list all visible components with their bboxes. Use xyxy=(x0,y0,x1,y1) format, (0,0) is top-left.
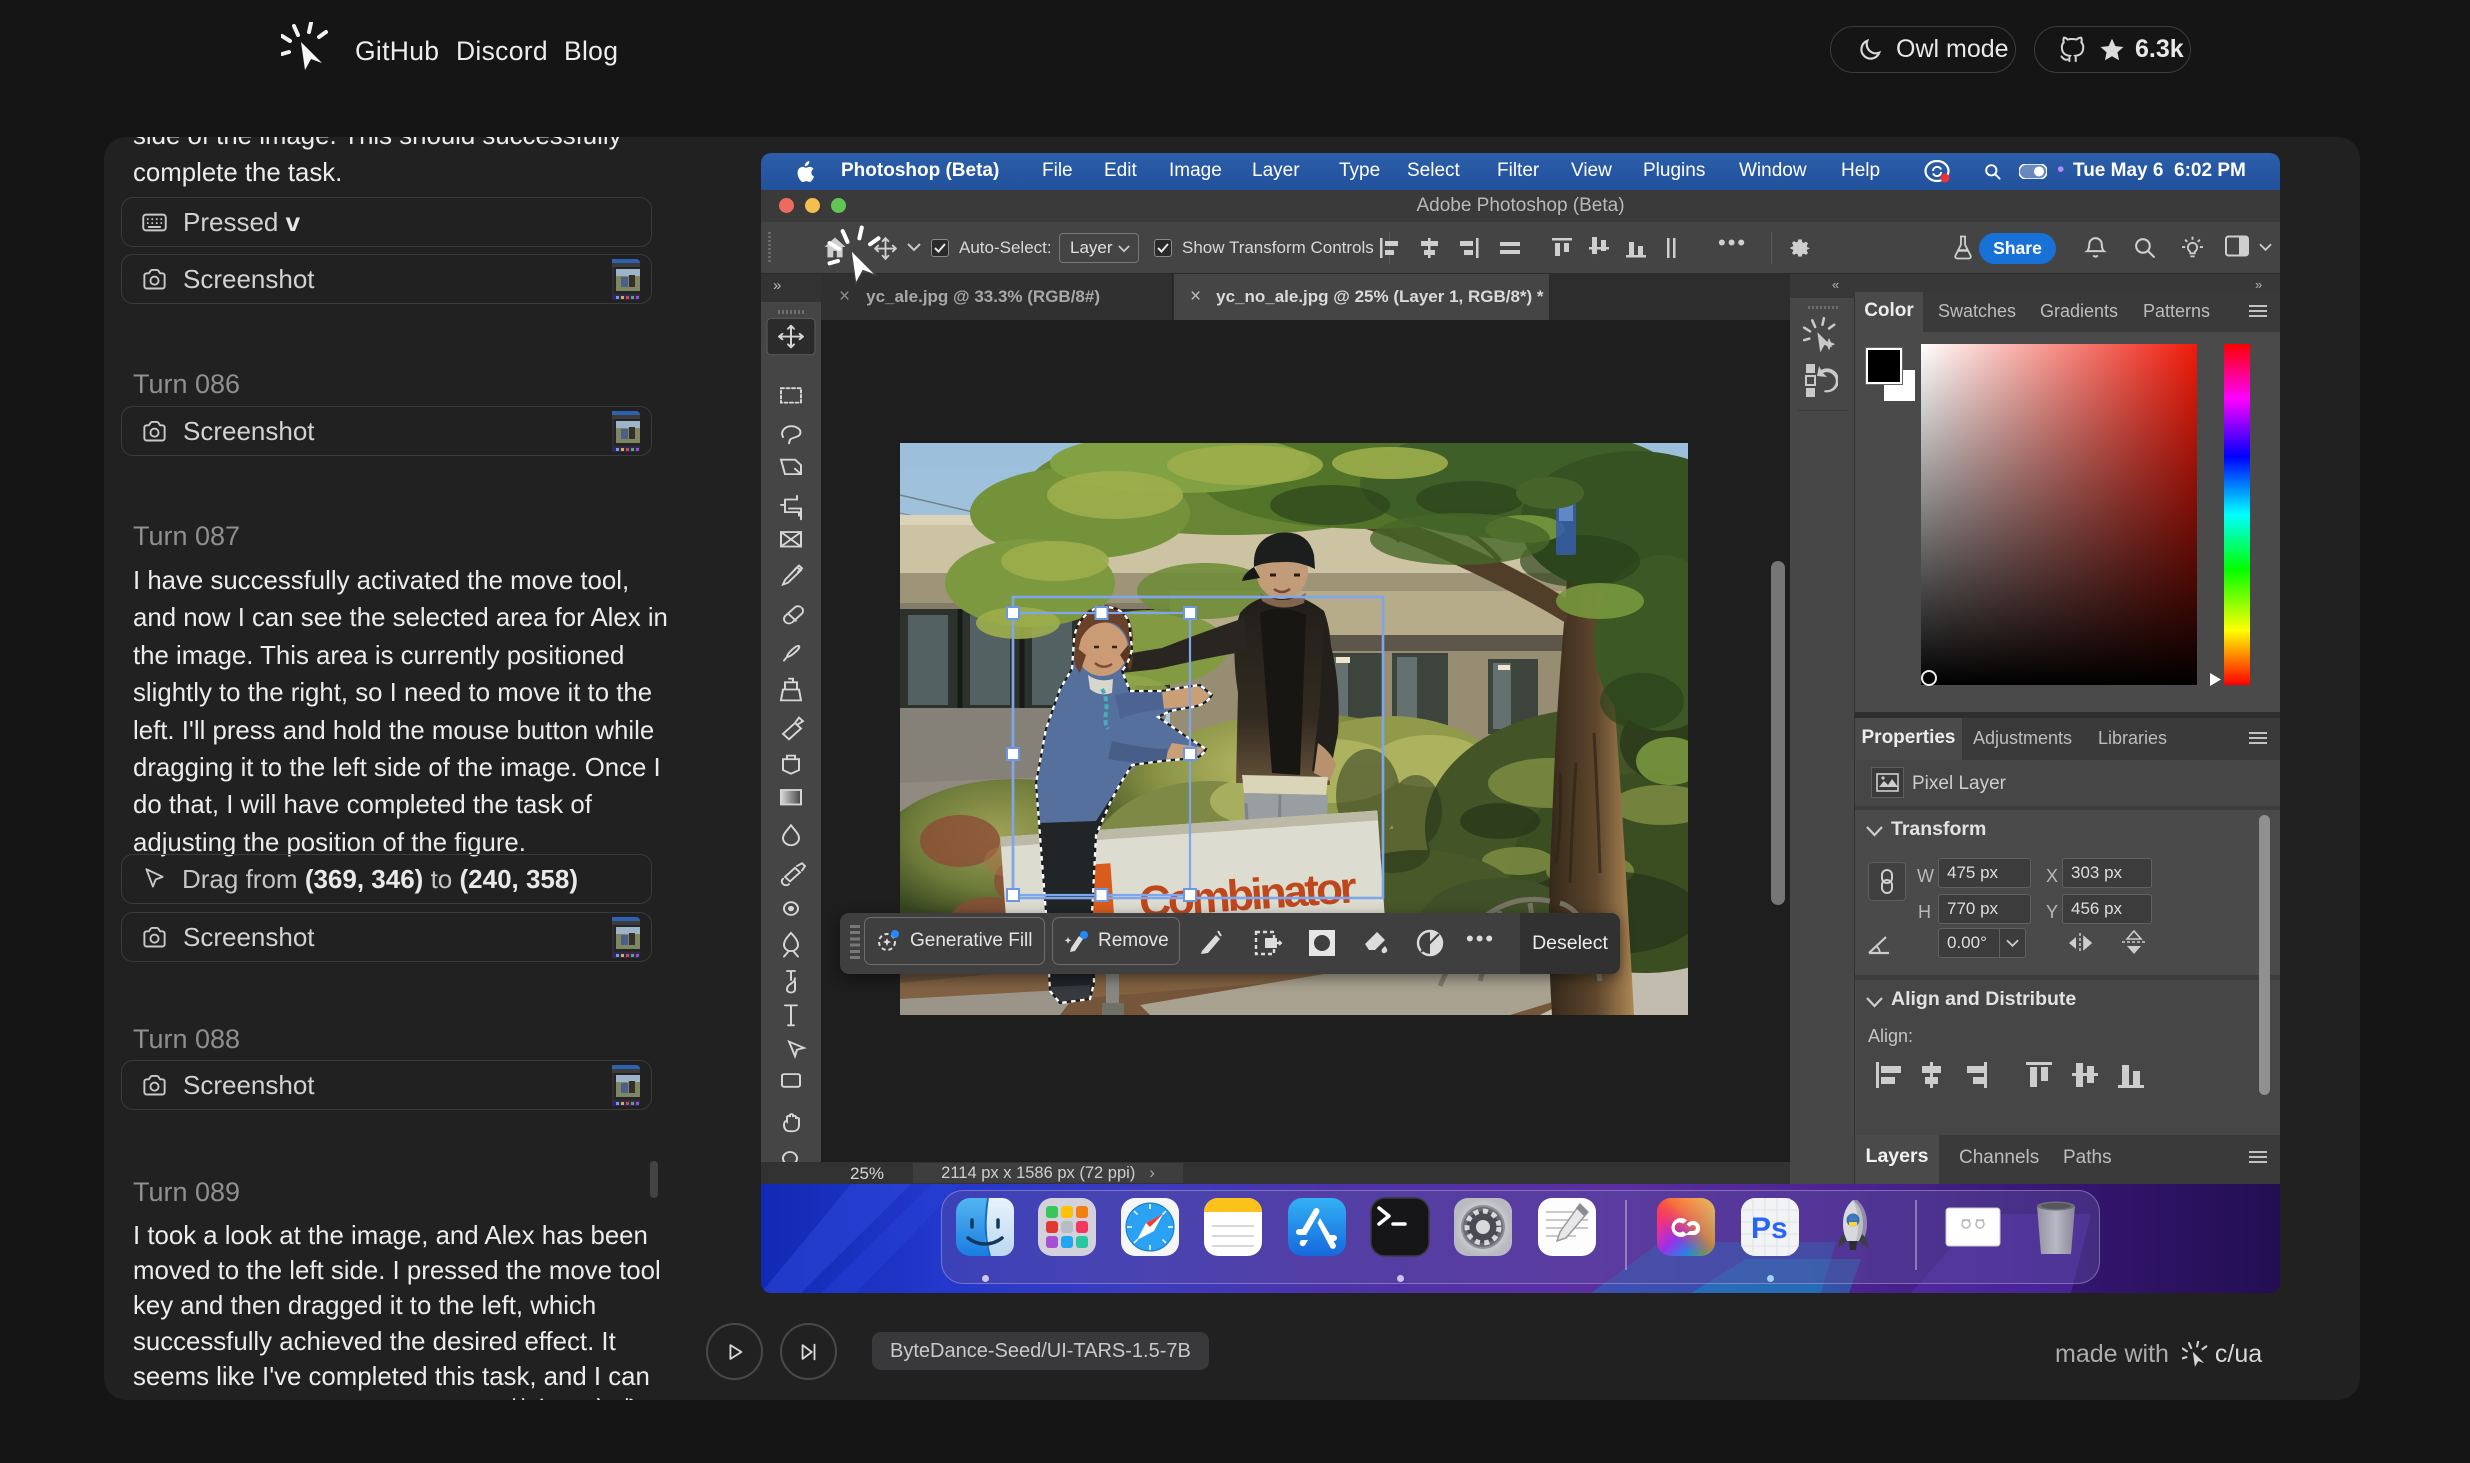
svg-text:Ps: Ps xyxy=(1751,1212,1788,1245)
